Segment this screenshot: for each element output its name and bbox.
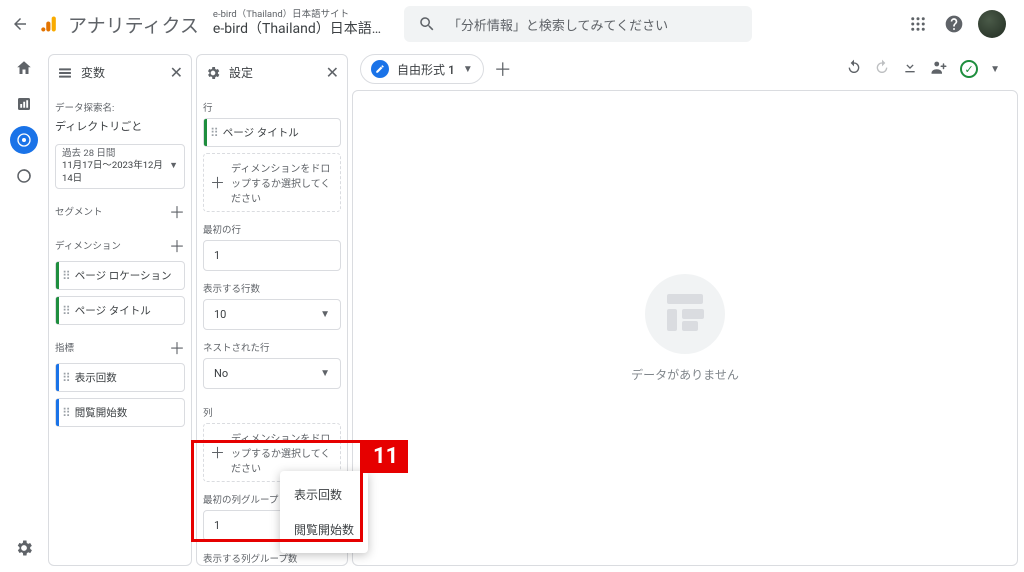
show-col-groups-label: 表示する列グループ数 [203, 551, 341, 565]
ga-logo [40, 14, 60, 34]
drag-icon: ⠿ [62, 371, 69, 385]
pencil-icon [371, 60, 389, 78]
apps-icon[interactable] [906, 12, 930, 36]
nested-rows-select[interactable]: No ▼ [203, 358, 341, 389]
start-row-input[interactable]: 1 [203, 240, 341, 271]
chevron-down-icon: ▼ [320, 368, 330, 379]
metric-chip[interactable]: ⠿ 表示回数 [55, 363, 185, 392]
rail-advertising-icon[interactable] [10, 162, 38, 190]
dimension-chip[interactable]: ⠿ ページ ロケーション [55, 261, 185, 290]
exploration-name-label: データ探索名: [55, 100, 185, 114]
search-placeholder: 「分析情報」と検索してみてください [448, 15, 668, 34]
settings-title: 設定 [229, 64, 318, 81]
nested-rows-label: ネストされた行 [203, 340, 341, 354]
metric-dropdown: 表示回数 閲覧開始数 [280, 471, 368, 553]
rows-chip[interactable]: ⠿ ページ タイトル [203, 118, 341, 147]
redo-icon[interactable] [874, 59, 890, 79]
start-row-label: 最初の行 [203, 222, 341, 236]
rows-dropzone[interactable]: ＋ ディメンションをドロップするか選択してください [203, 153, 341, 212]
dropzone-text: ディメンションをドロップするか選択してください [231, 430, 334, 475]
date-range-label: 過去 28 日間 [62, 148, 169, 160]
variables-title: 変数 [81, 64, 162, 81]
show-rows-select[interactable]: 10 ▼ [203, 299, 341, 330]
metric-chip[interactable]: ⠿ 閲覧開始数 [55, 398, 185, 427]
drag-icon: ⠿ [210, 126, 217, 140]
back-button[interactable] [8, 12, 32, 36]
app-title: アナリティクス [68, 11, 199, 38]
empty-state-icon [645, 274, 725, 354]
exploration-name-value[interactable]: ディレクトリごと [55, 118, 185, 134]
chevron-down-icon[interactable]: ▼ [990, 64, 1000, 75]
status-ok-icon[interactable]: ✓ [960, 60, 978, 78]
property-name: e-bird（Thailand）日本語サ... [213, 21, 388, 39]
help-icon[interactable] [942, 12, 966, 36]
chip-label: ページ タイトル [223, 125, 299, 140]
add-segment-button[interactable]: ＋ [169, 199, 185, 223]
property-parent: e-bird（Thailand）日本語サイト [213, 9, 388, 21]
metrics-label: 指標 [55, 340, 74, 354]
chip-label: 閲覧開始数 [75, 405, 128, 420]
avatar[interactable] [978, 10, 1006, 38]
add-metric-button[interactable]: ＋ [169, 335, 185, 359]
plus-icon: ＋ [210, 172, 225, 193]
chip-label: ページ ロケーション [75, 268, 172, 283]
gear-icon [205, 65, 221, 81]
search-icon [418, 15, 436, 33]
property-selector[interactable]: e-bird（Thailand）日本語サイト e-bird（Thailand）日… [213, 9, 388, 38]
show-rows-label: 表示する行数 [203, 281, 341, 295]
chevron-down-icon: ▼ [463, 64, 473, 75]
rail-reports-icon[interactable] [10, 90, 38, 118]
drag-icon: ⠿ [62, 406, 69, 420]
drag-icon: ⠿ [62, 269, 69, 283]
undo-icon[interactable] [846, 59, 862, 79]
select-value: 10 [214, 308, 226, 321]
drag-icon: ⠿ [62, 304, 69, 318]
chip-label: 表示回数 [75, 370, 117, 385]
dropdown-option[interactable]: 表示回数 [280, 477, 368, 512]
segments-label: セグメント [55, 204, 103, 218]
canvas: データがありません [352, 90, 1018, 566]
empty-state-text: データがありません [631, 366, 739, 383]
rail-home-icon[interactable] [10, 54, 38, 82]
dimension-chip[interactable]: ⠿ ページ タイトル [55, 296, 185, 325]
dropzone-text: ディメンションをドロップするか選択してください [231, 160, 334, 205]
date-range-value: 11月17日～2023年12月14日 [62, 160, 169, 185]
plus-icon: ＋ [210, 442, 225, 463]
variables-panel: 変数 ✕ データ探索名: ディレクトリごと 過去 28 日間 11月17日～20… [48, 54, 192, 566]
rail-explore-icon[interactable] [10, 126, 38, 154]
search-input[interactable]: 「分析情報」と検索してみてください [404, 6, 752, 42]
chevron-down-icon: ▼ [169, 161, 178, 173]
variables-icon [57, 65, 73, 81]
dropdown-option[interactable]: 閲覧開始数 [280, 512, 368, 547]
tab-freeform-1[interactable]: 自由形式 1 ▼ [360, 54, 484, 84]
select-value: No [214, 367, 228, 380]
date-range-picker[interactable]: 過去 28 日間 11月17日～2023年12月14日 ▼ [55, 144, 185, 189]
rows-section-label: 行 [203, 100, 341, 114]
canvas-area: 自由形式 1 ▼ ＋ ✓ ▼ [352, 54, 1018, 566]
chevron-down-icon: ▼ [320, 309, 330, 320]
download-icon[interactable] [902, 59, 918, 79]
close-icon[interactable]: ✕ [170, 63, 183, 82]
rail-admin-icon[interactable] [10, 534, 38, 562]
share-icon[interactable] [930, 58, 948, 80]
tab-label: 自由形式 1 [397, 61, 455, 78]
close-icon[interactable]: ✕ [326, 63, 339, 82]
dimensions-label: ディメンション [55, 238, 121, 252]
add-tab-button[interactable]: ＋ [488, 54, 518, 84]
chip-label: ページ タイトル [75, 303, 151, 318]
nav-rail [0, 48, 48, 572]
columns-section-label: 列 [203, 405, 341, 419]
add-dimension-button[interactable]: ＋ [169, 233, 185, 257]
